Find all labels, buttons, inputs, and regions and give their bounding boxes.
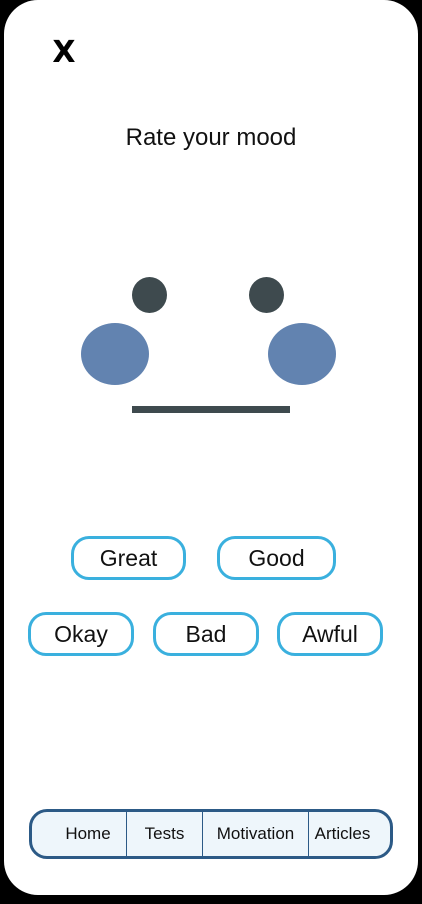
app-screen: X Rate your mood Great Good Okay Bad Awf… — [4, 0, 418, 895]
nav-item-articles[interactable]: Articles — [308, 812, 376, 856]
nav-item-motivation[interactable]: Motivation — [202, 812, 308, 856]
mouth — [132, 406, 290, 413]
mood-button-okay[interactable]: Okay — [28, 612, 134, 656]
left-cheek — [81, 323, 149, 385]
right-eye — [249, 277, 284, 313]
bottom-nav: Home Tests Motivation Articles — [29, 809, 393, 859]
nav-item-home[interactable]: Home — [50, 812, 126, 856]
mood-button-good[interactable]: Good — [217, 536, 336, 580]
mood-button-great[interactable]: Great — [71, 536, 186, 580]
mood-button-awful[interactable]: Awful — [277, 612, 383, 656]
mood-face — [4, 0, 418, 460]
mood-button-bad[interactable]: Bad — [153, 612, 259, 656]
nav-item-tests[interactable]: Tests — [126, 812, 202, 856]
left-eye — [132, 277, 167, 313]
right-cheek — [268, 323, 336, 385]
